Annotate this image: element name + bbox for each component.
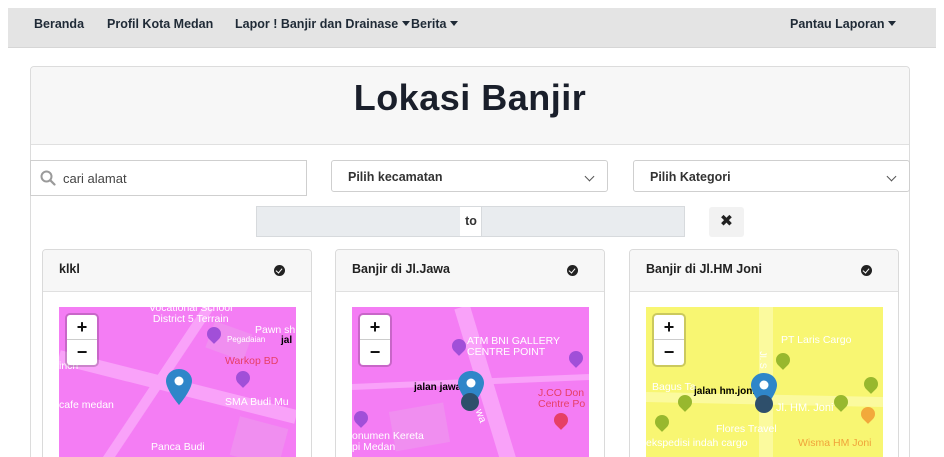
map-label-sma: SMA Budi Mu (225, 396, 289, 408)
search-field[interactable] (30, 160, 307, 196)
report-card-header: klkl (43, 250, 311, 292)
map-label-street-hm: Jl. HM. Joni (776, 402, 834, 414)
report-card-header: Banjir di Jl.Jawa (336, 250, 604, 292)
page-title: Lokasi Banjir (353, 77, 587, 118)
zoom-in-button[interactable]: + (654, 315, 684, 340)
zoom-control: + − (67, 315, 97, 365)
report-card[interactable]: Banjir di Jl.Jawa ATM BNI GALLERY CENTRE… (335, 249, 605, 457)
date-range-separator: to (460, 206, 482, 237)
nav-beranda[interactable]: Beranda (34, 8, 84, 48)
map-label-panca: Panca Budi (151, 441, 205, 453)
zoom-in-button[interactable]: + (67, 315, 97, 340)
report-card[interactable]: klkl Vocational School District 5 Terrai… (42, 249, 312, 457)
clear-filter-button[interactable]: ✖ (709, 207, 744, 237)
zoom-out-button[interactable]: − (67, 340, 97, 365)
map-label-ekspedisi: ekspedisi indah cargo (646, 437, 748, 449)
chevron-down-icon (450, 21, 459, 26)
search-input[interactable] (63, 161, 303, 195)
marker-label: jalan hm.joni (694, 386, 756, 397)
map-label-warkop: Warkop BD (225, 355, 279, 367)
chevron-down-icon (888, 21, 897, 26)
zoom-out-button[interactable]: − (360, 340, 390, 365)
date-to-input[interactable] (481, 206, 685, 237)
chevron-down-icon (886, 171, 897, 182)
report-map[interactable]: PT Laris Cargo Jl. S Bagus Ta jalan hm.j… (646, 307, 883, 457)
report-card-header: Banjir di Jl.HM Joni (630, 250, 898, 292)
zoom-out-button[interactable]: − (654, 340, 684, 365)
top-navbar: Beranda Profil Kota Medan Lapor ! Banjir… (8, 8, 936, 48)
close-icon: ✖ (719, 213, 734, 230)
map-label-street-vertical: Jl. S (757, 351, 768, 369)
marker-shadow-icon (461, 393, 479, 411)
nav-profil-kota-medan[interactable]: Profil Kota Medan (107, 8, 213, 48)
nav-lapor-label: Lapor ! Banjir dan Drainase (235, 17, 399, 31)
map-label-cafe: cafe medan (59, 399, 114, 411)
verified-check-icon (567, 265, 578, 276)
chevron-down-icon (584, 171, 595, 182)
kecamatan-select-label: Pilih kecamatan (348, 170, 443, 184)
report-map[interactable]: Vocational School District 5 Terrain Paw… (59, 307, 296, 457)
kategori-select-label: Pilih Kategori (650, 170, 731, 184)
kategori-select[interactable]: Pilih Kategori (633, 160, 910, 192)
kecamatan-select[interactable]: Pilih kecamatan (331, 160, 608, 192)
zoom-in-button[interactable]: + (360, 315, 390, 340)
map-label-flores: Flores Travel (716, 423, 777, 435)
search-icon (40, 170, 56, 186)
nav-berita-label: Berita (411, 17, 447, 31)
nav-lapor-dropdown[interactable]: Lapor ! Banjir dan Drainase (235, 8, 411, 48)
zoom-control: + − (654, 315, 684, 365)
report-card-title: Banjir di Jl.HM Joni (646, 262, 762, 276)
map-label-pt: PT Laris Cargo (781, 334, 852, 346)
verified-check-icon (861, 265, 872, 276)
map-label-jalan: jal (281, 335, 293, 346)
map-label-pegadaian: Pegadaian (227, 335, 266, 344)
zoom-control: + − (360, 315, 390, 365)
map-label-bagus: Bagus Ta (652, 381, 696, 393)
chevron-down-icon (402, 21, 411, 26)
map-label-monumen: onumen Kereta pi Medan (352, 430, 424, 453)
report-map[interactable]: ATM BNI GALLERY CENTRE POINT J.CO Don Ce… (352, 307, 589, 457)
map-label-atm: ATM BNI GALLERY CENTRE POINT (467, 335, 560, 358)
report-card[interactable]: Banjir di Jl.HM Joni PT Laris Cargo Jl. … (629, 249, 899, 457)
title-band: Lokasi Banjir (31, 67, 909, 145)
location-marker-icon (166, 369, 192, 405)
map-label-school: Vocational School District 5 Terrain (149, 307, 233, 325)
map-label-wisma: Wisma HM Joni (798, 437, 872, 449)
report-card-title: Banjir di Jl.Jawa (352, 262, 450, 276)
nav-pantau-label: Pantau Laporan (790, 17, 885, 31)
nav-berita-dropdown[interactable]: Berita (411, 8, 459, 48)
map-label-jco: J.CO Don Centre Po (538, 387, 586, 410)
date-from-input[interactable] (256, 206, 461, 237)
verified-check-icon (274, 265, 285, 276)
report-card-title: klkl (59, 262, 80, 276)
marker-shadow-icon (755, 395, 773, 413)
nav-pantau-laporan-dropdown[interactable]: Pantau Laporan (790, 8, 897, 48)
